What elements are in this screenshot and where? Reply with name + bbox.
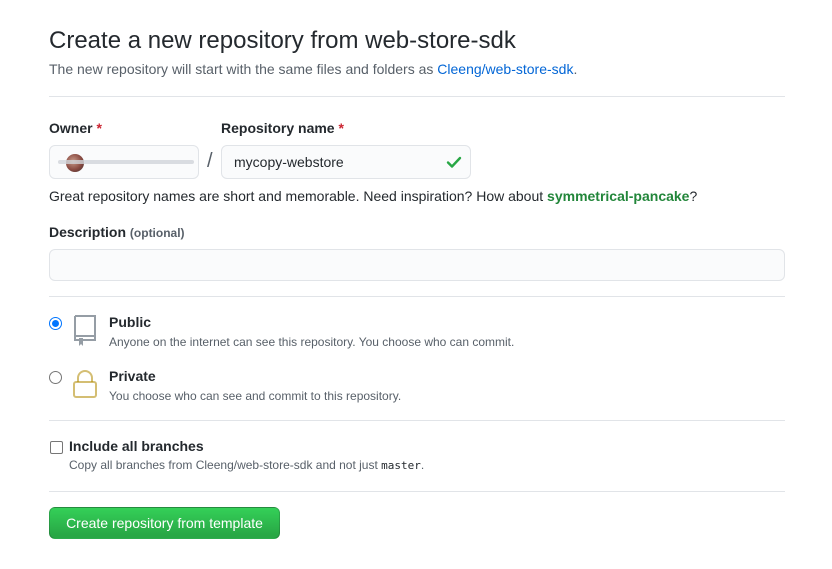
create-repository-button[interactable]: Create repository from template	[49, 507, 280, 539]
owner-name-redacted	[58, 160, 194, 164]
check-icon	[446, 156, 462, 168]
repo-name-label: Repository name *	[221, 120, 344, 136]
owner-label: Owner *	[49, 120, 102, 136]
public-description: Anyone on the internet can see this repo…	[109, 335, 515, 349]
divider	[49, 96, 785, 97]
description-label-text: Description	[49, 224, 127, 240]
owner-select-button[interactable]	[49, 145, 199, 179]
owner-repo-separator: /	[207, 150, 213, 172]
required-mark: *	[338, 120, 344, 136]
private-description: You choose who can see and commit to thi…	[109, 389, 402, 403]
owner-label-text: Owner	[49, 120, 93, 136]
private-title: Private	[109, 368, 156, 384]
repository-name-input[interactable]: mycopy-webstore	[221, 145, 471, 179]
repository-name-value: mycopy-webstore	[234, 154, 344, 170]
hint-text: Great repository names are short and mem…	[49, 188, 548, 204]
divider	[49, 296, 785, 297]
description-input[interactable]	[49, 249, 785, 281]
hint-suffix: ?	[689, 188, 698, 204]
include-branches-checkbox[interactable]	[50, 441, 63, 454]
description-label: Description (optional)	[49, 224, 185, 240]
repo-icon	[74, 315, 96, 346]
branches-desc-text: Copy all branches from Cleeng/web-store-…	[69, 458, 382, 472]
divider	[49, 491, 785, 492]
page-title: Create a new repository from web-store-s…	[49, 27, 516, 54]
optional-tag: (optional)	[129, 226, 185, 240]
public-radio[interactable]	[49, 317, 62, 330]
repo-name-label-text: Repository name	[221, 120, 335, 136]
required-mark: *	[96, 120, 102, 136]
public-title: Public	[109, 314, 152, 330]
name-suggestion-hint: Great repository names are short and mem…	[49, 188, 697, 204]
include-branches-title: Include all branches	[69, 438, 204, 454]
template-link[interactable]: Cleeng/web-store-sdk	[437, 61, 573, 77]
suggested-name[interactable]: symmetrical-pancake	[547, 188, 689, 204]
divider	[49, 420, 785, 421]
subtitle-text: The new repository will start with the s…	[49, 61, 438, 77]
private-radio[interactable]	[49, 371, 62, 384]
subtitle-suffix: .	[573, 61, 578, 77]
include-branches-description: Copy all branches from Cleeng/web-store-…	[69, 458, 424, 472]
branches-desc-suffix: .	[420, 458, 425, 472]
default-branch-name: master	[381, 459, 421, 472]
lock-icon	[73, 370, 97, 398]
page-subtitle: The new repository will start with the s…	[49, 61, 577, 77]
